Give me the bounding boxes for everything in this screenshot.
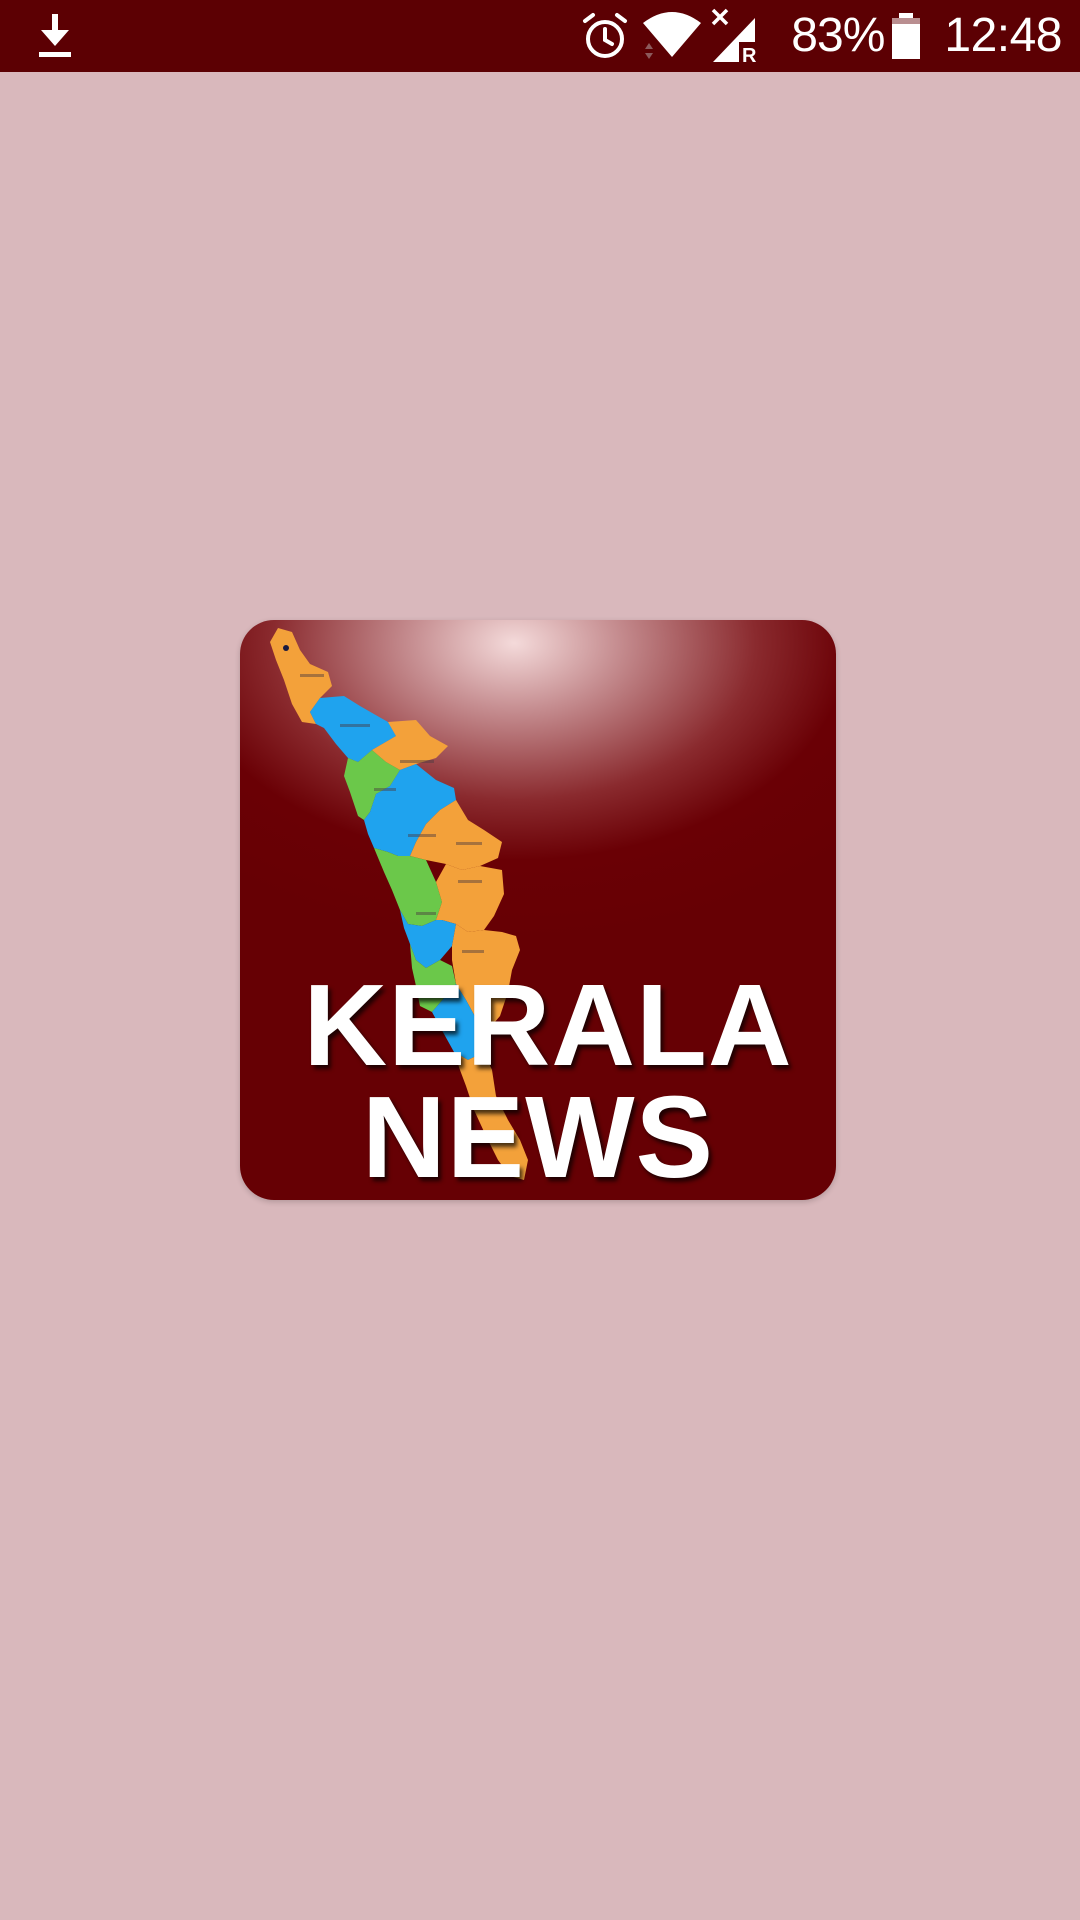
status-icons: R 83% 12:48 [581, 0, 1062, 72]
svg-text:R: R [742, 45, 757, 64]
logo-title-line1: KERALA [303, 960, 793, 1090]
app-logo: KERALA NEWS [240, 620, 836, 1200]
download-icon [36, 14, 74, 58]
wifi-icon [639, 11, 705, 61]
status-bar: R 83% 12:48 [0, 0, 1080, 72]
battery-percentage: 83% [791, 9, 885, 62]
signal-roaming-icon: R [709, 8, 769, 64]
alarm-icon [581, 12, 629, 60]
battery-icon [890, 13, 922, 59]
clock: 12:48 [944, 9, 1062, 62]
logo-title-line2: NEWS [362, 1072, 714, 1200]
